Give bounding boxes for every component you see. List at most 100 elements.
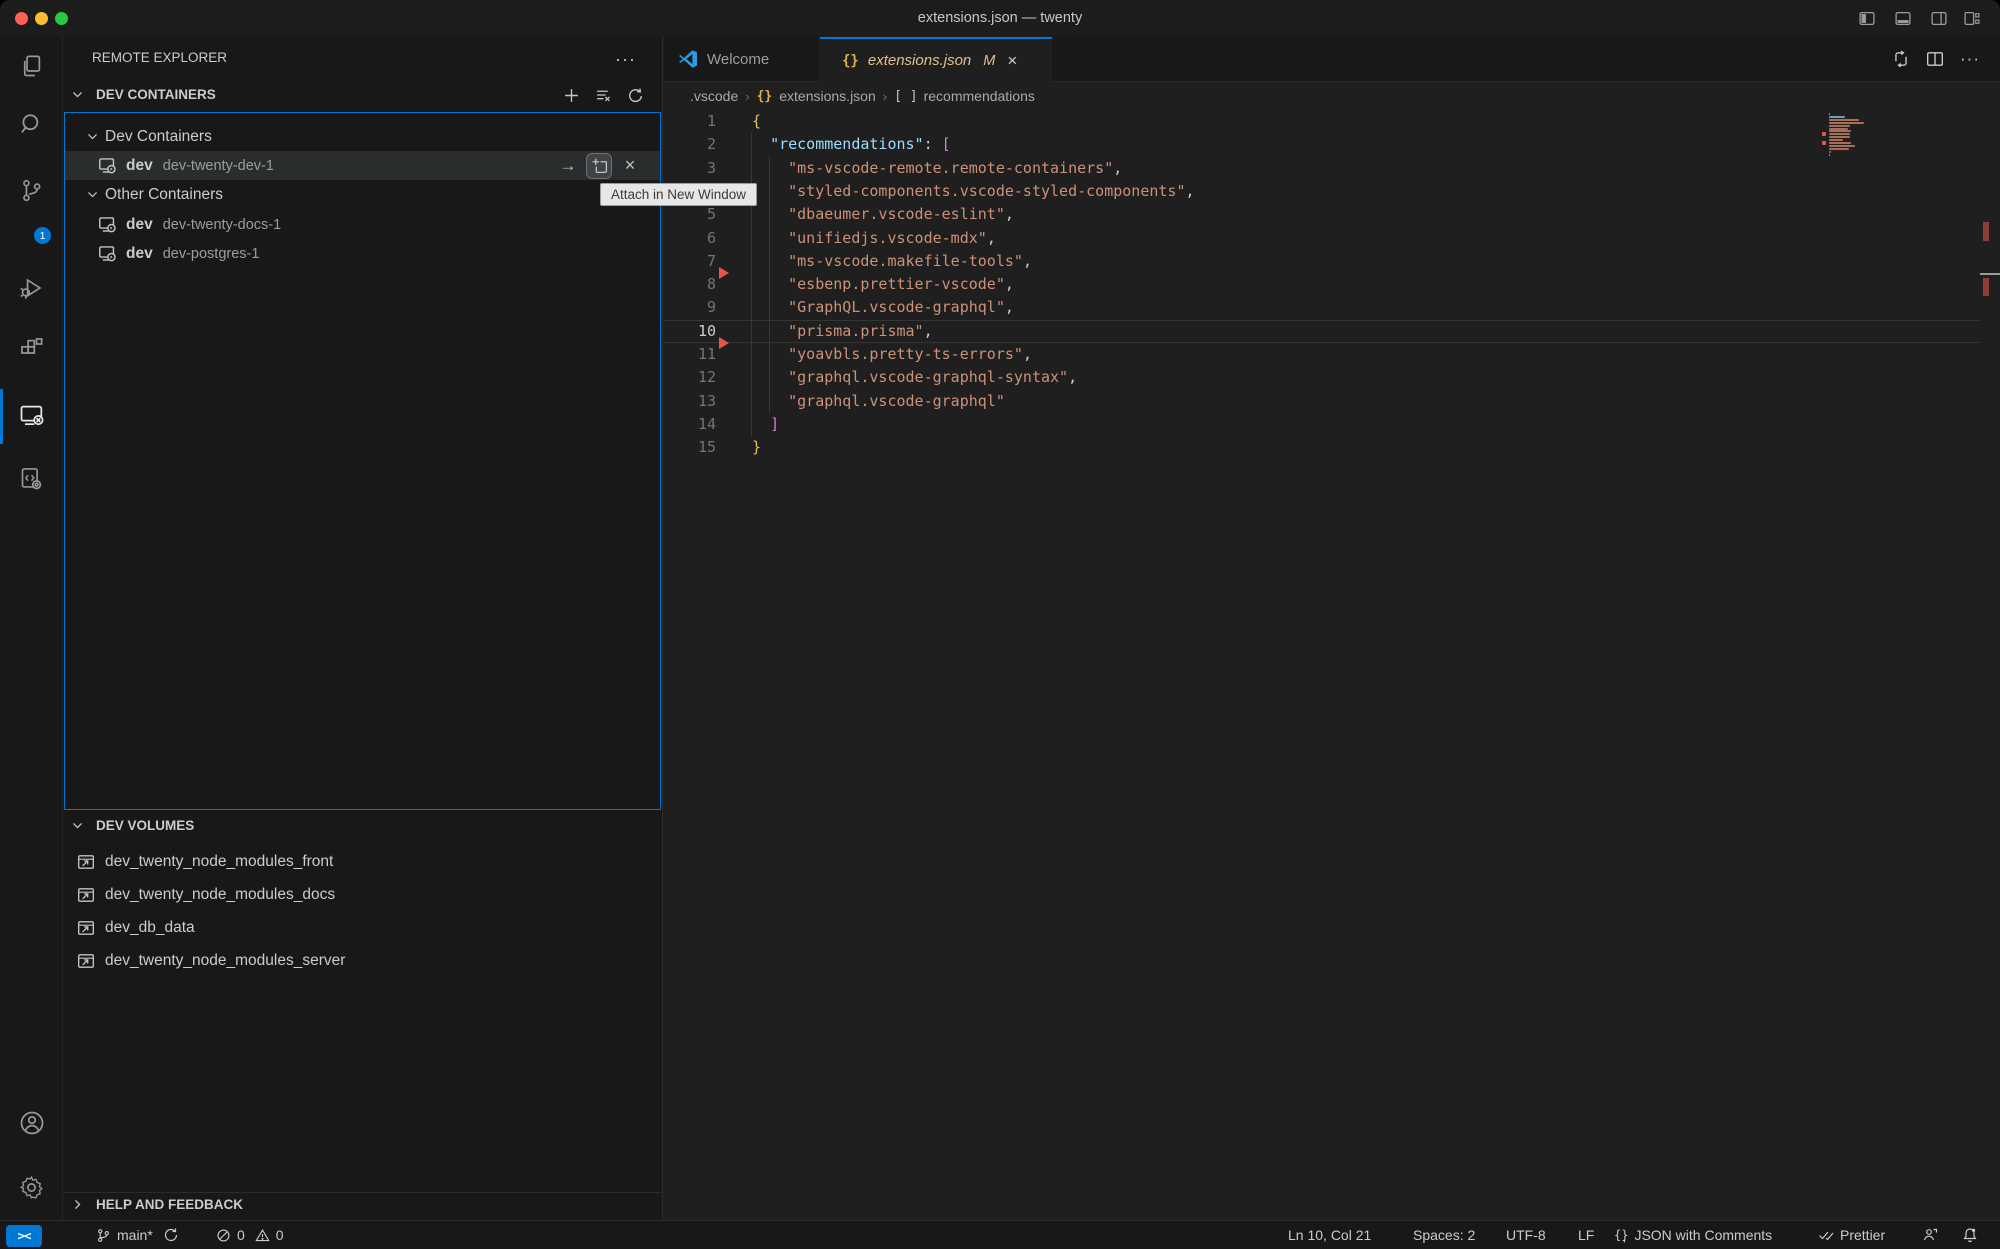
line-number[interactable]: 6 — [663, 227, 716, 250]
code-line[interactable]: "graphql.vscode-graphql-syntax", — [752, 366, 1077, 389]
git-branch-item[interactable]: main* — [96, 1221, 179, 1249]
section-dev-volumes[interactable]: DEV VOLUMES — [71, 818, 194, 833]
dev-containers-icon[interactable] — [0, 452, 63, 504]
eol-item[interactable]: LF — [1578, 1221, 1594, 1249]
cursor-position: Ln 10, Col 21 — [1288, 1227, 1371, 1243]
run-debug-icon[interactable] — [0, 262, 63, 314]
refresh-icon[interactable] — [627, 87, 644, 104]
settings-gear-icon[interactable] — [0, 1161, 63, 1213]
editor-actions: ··· — [1892, 37, 1980, 81]
minimap-line — [1829, 130, 1851, 132]
container-row-dev-twenty-dev-1[interactable]: dev dev-twenty-dev-1 → × — [65, 151, 660, 180]
cursor-position-item[interactable]: Ln 10, Col 21 — [1288, 1221, 1371, 1249]
attach-in-new-window-icon[interactable] — [587, 154, 611, 178]
vscode-logo-icon — [678, 49, 698, 69]
toggle-secondary-sidebar-icon[interactable] — [1930, 10, 1948, 27]
container-description: dev-twenty-dev-1 — [163, 158, 274, 174]
stop-container-icon[interactable]: × — [618, 154, 642, 178]
attach-in-current-window-icon[interactable]: → — [556, 154, 580, 178]
indentation-item[interactable]: Spaces: 2 — [1413, 1221, 1475, 1249]
remote-explorer-icon[interactable] — [0, 390, 63, 442]
views-more-actions-icon[interactable]: ··· — [615, 49, 636, 70]
container-row-dev-twenty-docs-1[interactable]: dev dev-twenty-docs-1 — [65, 210, 660, 239]
toggle-primary-sidebar-icon[interactable] — [1858, 10, 1876, 27]
split-editor-icon[interactable] — [1926, 50, 1944, 68]
formatter-item[interactable]: Prettier — [1818, 1221, 1885, 1249]
breadcrumb-folder[interactable]: .vscode — [690, 88, 738, 104]
volume-row[interactable]: dev_twenty_node_modules_front — [77, 853, 333, 871]
line-number[interactable]: 14 — [663, 413, 716, 436]
breadcrumb-file[interactable]: extensions.json — [779, 88, 876, 104]
line-number[interactable]: 3 — [663, 157, 716, 180]
container-name: dev — [126, 157, 153, 175]
tab-welcome[interactable]: Welcome — [664, 37, 820, 81]
container-row-dev-postgres-1[interactable]: dev dev-postgres-1 — [65, 239, 660, 268]
language-mode-item[interactable]: {̦} JSON with Comments — [1614, 1221, 1772, 1249]
tree-group-dev-containers[interactable]: Dev Containers — [65, 122, 681, 151]
minimap-line — [1829, 128, 1848, 130]
tab-extensions-json[interactable]: {} extensions.json M × — [820, 37, 1052, 82]
feedback-item[interactable] — [1922, 1221, 1938, 1249]
errors-icon — [216, 1228, 231, 1243]
add-container-icon[interactable] — [563, 87, 580, 104]
code-line[interactable]: "recommendations": [ — [752, 133, 951, 156]
errors-count: 0 — [237, 1227, 245, 1243]
code-line[interactable]: "prisma.prisma", — [752, 320, 933, 343]
bell-icon — [1962, 1227, 1978, 1243]
code-line[interactable]: { — [752, 110, 761, 133]
tree-group-other-containers[interactable]: Other Containers — [65, 180, 681, 209]
line-number[interactable]: 10 — [663, 320, 716, 343]
search-icon[interactable] — [0, 98, 63, 150]
encoding-item[interactable]: UTF-8 — [1506, 1221, 1546, 1249]
close-tab-icon[interactable]: × — [1007, 51, 1017, 71]
code-line[interactable]: ] — [752, 413, 779, 436]
code-line[interactable]: } — [752, 436, 761, 459]
open-changes-icon[interactable] — [1892, 50, 1910, 68]
line-number[interactable]: 12 — [663, 366, 716, 389]
clear-recent-icon[interactable] — [595, 87, 612, 104]
toggle-panel-icon[interactable] — [1894, 10, 1912, 27]
volume-icon — [77, 886, 95, 904]
code-line[interactable]: "dbaeumer.vscode-eslint", — [752, 203, 1014, 226]
accounts-icon[interactable] — [0, 1097, 63, 1149]
line-number[interactable]: 11 — [663, 343, 716, 366]
remote-indicator[interactable]: >< — [6, 1225, 42, 1247]
minimap[interactable] — [1822, 112, 1982, 160]
code-line[interactable]: "esbenp.prettier-vscode", — [752, 273, 1014, 296]
code-line[interactable]: "unifiedjs.vscode-mdx", — [752, 227, 996, 250]
code-line[interactable]: "ms-vscode.makefile-tools", — [752, 250, 1032, 273]
explorer-icon[interactable] — [0, 40, 63, 92]
volume-row[interactable]: dev_twenty_node_modules_server — [77, 952, 345, 970]
chevron-down-icon — [86, 188, 99, 201]
code-line[interactable]: "yoavbls.pretty-ts-errors", — [752, 343, 1032, 366]
line-number[interactable]: 8 — [663, 273, 716, 296]
volume-row[interactable]: dev_db_data — [77, 919, 195, 937]
source-control-icon[interactable] — [0, 164, 63, 216]
overview-ruler-mark[interactable] — [1983, 278, 1989, 296]
breadcrumb: .vscode › {} extensions.json › [ ] recom… — [663, 82, 2000, 110]
more-actions-icon[interactable]: ··· — [1960, 49, 1980, 69]
indent-guide — [751, 133, 752, 436]
code-line[interactable]: "GraphQL.vscode-graphql", — [752, 296, 1014, 319]
section-dev-containers[interactable]: DEV CONTAINERS — [71, 87, 216, 102]
code-line[interactable]: "ms-vscode-remote.remote-containers", — [752, 157, 1122, 180]
warnings-count: 0 — [276, 1227, 284, 1243]
section-help-and-feedback[interactable]: HELP AND FEEDBACK — [71, 1197, 243, 1212]
code-line[interactable]: "styled-components.vscode-styled-compone… — [752, 180, 1195, 203]
extensions-icon[interactable] — [0, 322, 63, 374]
feedback-person-icon — [1922, 1227, 1938, 1243]
vscode-window: extensions.json — twenty 1 — [0, 0, 2000, 1249]
array-symbol-icon: [ ] — [894, 89, 917, 104]
line-number[interactable]: 13 — [663, 390, 716, 413]
problems-item[interactable]: 0 0 — [216, 1221, 284, 1249]
minimap-line — [1829, 119, 1859, 121]
line-number[interactable]: 9 — [663, 296, 716, 319]
code-line[interactable]: "graphql.vscode-graphql" — [752, 390, 1005, 413]
breadcrumb-symbol[interactable]: recommendations — [924, 88, 1035, 104]
line-number[interactable]: 7 — [663, 250, 716, 273]
notifications-item[interactable] — [1962, 1221, 1978, 1249]
volume-row[interactable]: dev_twenty_node_modules_docs — [77, 886, 335, 904]
customize-layout-icon[interactable] — [1963, 10, 1981, 27]
overview-ruler-mark[interactable] — [1983, 222, 1989, 241]
line-number[interactable]: 15 — [663, 436, 716, 459]
